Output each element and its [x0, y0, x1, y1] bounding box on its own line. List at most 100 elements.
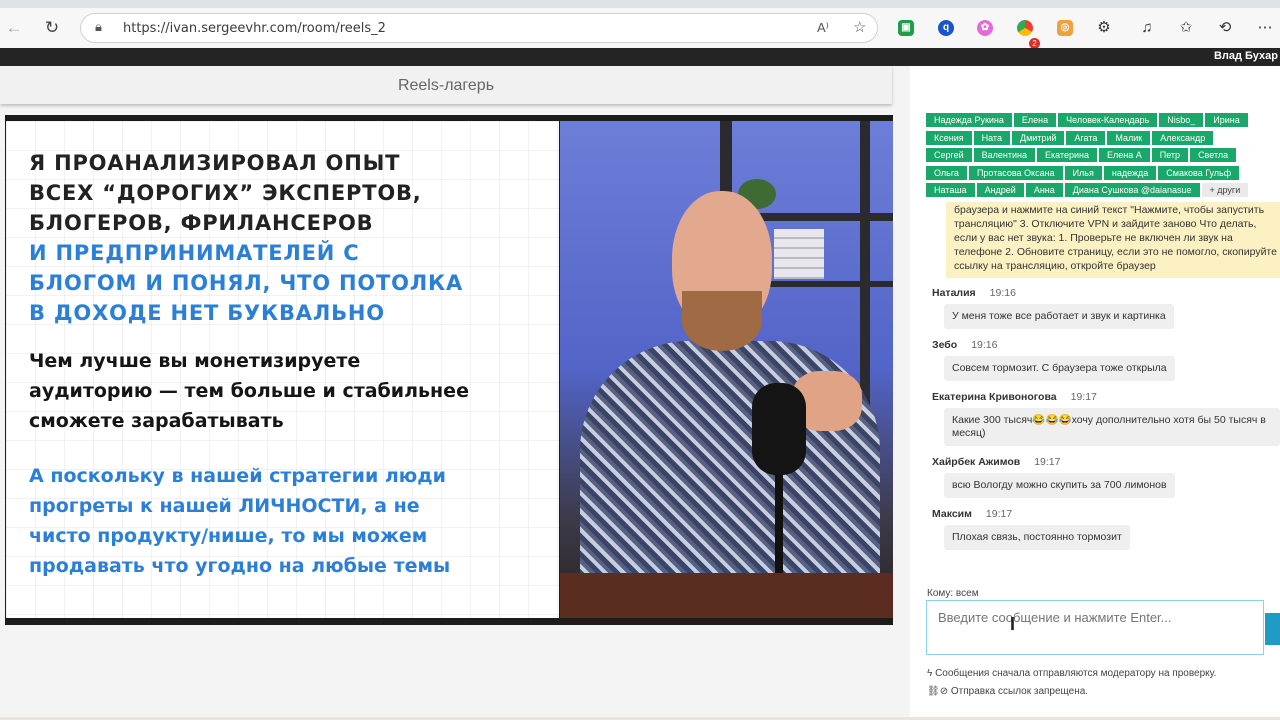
slide-line: аудиторию — тем больше и стабильнее	[29, 380, 469, 402]
message-meta: Максим 19:17	[932, 507, 1280, 521]
slide-line: сможете зарабатывать	[29, 410, 284, 432]
participant-chip[interactable]: Екатерина	[1037, 148, 1097, 162]
split-screen-icon[interactable]: ♫	[1137, 18, 1157, 38]
participant-chip[interactable]: Смакова Гульф	[1158, 165, 1240, 180]
participant-chip[interactable]: Александр	[1152, 130, 1214, 145]
browser-tab-strip[interactable]	[0, 0, 1280, 8]
participant-chip[interactable]: Надежда Рукина	[926, 113, 1012, 127]
back-icon[interactable]: ←	[2, 16, 26, 40]
message-text: Плохая связь, постоянно тормозит	[944, 525, 1130, 550]
microphone	[752, 383, 806, 475]
chat-messages[interactable]: Наталия 19:16 У меня тоже все работает и з…	[932, 286, 1280, 559]
participant-chip[interactable]: Сергей	[926, 148, 972, 162]
participant-chip[interactable]: Елена А	[1099, 148, 1150, 162]
message-meta: Наталия 19:16	[932, 286, 1280, 300]
participant-chip[interactable]: Валентина	[973, 148, 1036, 162]
chat-message: Зебо 19:16 Совсем тормозит. С браузера тож…	[932, 338, 1280, 381]
participant-chip[interactable]: Ольга	[926, 165, 967, 180]
slide-line: чисто продукту/нише, то мы можем	[29, 525, 428, 547]
participant-chip[interactable]: Ната	[973, 130, 1010, 145]
participant-chip[interactable]: Ксения	[926, 130, 972, 145]
links-note-text: Отправка ссылок запрещена.	[950, 686, 1089, 697]
participant-chip[interactable]: Анна	[1025, 183, 1063, 197]
chat-pane: Надежда Рукина Елена Человек-Календарь Nisb…	[910, 66, 1280, 720]
extension-blue-icon[interactable]: q	[938, 20, 954, 36]
more-icon[interactable]: ⋯	[1255, 18, 1275, 38]
slide-line: продавать что угодно на любые темы	[29, 555, 451, 577]
participant-chip[interactable]: Елена	[1013, 113, 1057, 127]
message-meta: Зебо 19:16	[932, 338, 1280, 352]
slide-line: ВСЕХ “ДОРОГИХ” ЭКСПЕРТОВ,	[29, 181, 422, 205]
participant-chip[interactable]: Малик	[1107, 130, 1151, 145]
participant-chip[interactable]: Наташа	[926, 183, 975, 197]
links-note: ⛓⊘ Отправка ссылок запрещена.	[927, 686, 1088, 697]
user-name[interactable]: Влад Бухар	[1214, 50, 1278, 62]
participants-row: Ольга Протасова Оксана Илья надежда Смакова …	[926, 165, 1280, 183]
message-author[interactable]: Наталия	[932, 287, 976, 299]
message-author[interactable]: Зебо	[932, 339, 957, 351]
slide-paragraph-dark: Чем лучше вы монетизируете аудиторию — те…	[29, 346, 559, 436]
refresh-icon[interactable]: ↻	[40, 16, 64, 40]
recipient-label[interactable]: Кому: всем	[927, 588, 979, 599]
participant-chip[interactable]: Агата	[1066, 130, 1106, 145]
participant-chip[interactable]: Петр	[1151, 148, 1189, 162]
books-decoration	[774, 229, 824, 279]
read-aloud-icon[interactable]: A⁾	[817, 20, 829, 36]
extension-pink-icon[interactable]: ✿	[977, 20, 993, 36]
message-author[interactable]: Максим	[932, 508, 972, 520]
message-time: 19:17	[1034, 456, 1061, 468]
participants-list[interactable]: Надежда Рукина Елена Человек-Календарь Nisb…	[926, 113, 1280, 201]
slide-line: А поскольку в нашей стратегии люди	[29, 465, 446, 487]
message-author[interactable]: Хайрбек Ажимов	[932, 456, 1020, 468]
participant-chip[interactable]: Человек-Календарь	[1058, 113, 1158, 127]
message-text: У меня тоже все работает и звук и картин…	[944, 304, 1174, 329]
message-input[interactable]	[926, 600, 1264, 655]
participant-chip[interactable]: Илья	[1064, 165, 1102, 180]
participant-chip[interactable]: Андрей	[976, 183, 1024, 197]
slide-line: БЛОГОМ И ПОНЯЛ, ЧТО ПОТОЛКА	[29, 271, 464, 295]
extensions-icon[interactable]: ⚙	[1094, 18, 1114, 38]
video-player[interactable]: Я ПРОАНАЛИЗИРОВАЛ ОПЫТ ВСЕХ “ДОРОГИХ” ЭКС…	[5, 115, 893, 625]
message-meta: Екатерина Кривоногова 19:17	[932, 390, 1280, 404]
participants-row: Надежда Рукина Елена Человек-Календарь Nisb…	[926, 113, 1280, 130]
participant-chip[interactable]: Протасова Оксана	[968, 165, 1063, 180]
extension-green-icon[interactable]: ▣	[898, 20, 914, 36]
favorites-icon[interactable]: ✩	[1176, 18, 1196, 38]
moderation-note: ϟ Сообщения сначала отправляются модерат…	[927, 668, 1216, 679]
chat-message: Екатерина Кривоногова 19:17 Какие 300 тыся…	[932, 390, 1280, 446]
browser-toolbar: ← ↻ 🔒︎ https://ivan.sergeevhr.com/room/r…	[0, 8, 1280, 49]
participant-chip[interactable]: Диана Сушкова @daianasue	[1064, 183, 1200, 197]
speaker-beard	[682, 291, 762, 351]
chat-message: Хайрбек Ажимов 19:17 всю Вологду можно ску…	[932, 455, 1280, 498]
speaker-camera-feed	[560, 121, 893, 618]
participant-chip[interactable]: Дмитрий	[1011, 130, 1065, 145]
video-pane: Reels-лагерь Я ПРОАНАЛИЗИРОВАЛ ОПЫТ ВСЕХ …	[0, 66, 910, 720]
participant-chip[interactable]: надежда	[1103, 165, 1157, 180]
moderation-note-text: Сообщения сначала отправляются модератор…	[935, 668, 1217, 679]
participant-chip[interactable]: Ирина	[1205, 113, 1248, 127]
url-text[interactable]: https://ivan.sergeevhr.com/room/reels_2	[123, 21, 386, 36]
message-time: 19:17	[1070, 391, 1097, 403]
extension-orange-icon[interactable]: ◎	[1057, 20, 1073, 36]
slide-line: БЛОГЕРОВ, ФРИЛАНСЕРОВ	[29, 211, 374, 235]
bolt-icon: ϟ	[927, 668, 936, 679]
lock-icon[interactable]: 🔒︎	[95, 19, 102, 35]
favorite-star-icon[interactable]: ☆	[853, 18, 866, 36]
message-text: Совсем тормозит. С браузера тоже открыла	[944, 356, 1175, 381]
participants-row: Ксения Ната Дмитрий Агата Малик Александр	[926, 130, 1280, 148]
slide-line: Чем лучше вы монетизируете	[29, 350, 361, 372]
message-text: всю Вологду можно скупить за 700 лимонов	[944, 473, 1175, 498]
extension-chrome-icon[interactable]	[1017, 20, 1033, 36]
more-participants-button[interactable]: + други	[1201, 183, 1249, 197]
participant-chip[interactable]: Светла	[1190, 148, 1237, 162]
link-banned-icon: ⛓⊘	[927, 686, 951, 697]
message-author[interactable]: Екатерина Кривоногова	[932, 391, 1057, 403]
participants-row: Наташа Андрей Анна Диана Сушкова @daianasue…	[926, 183, 1280, 200]
address-bar[interactable]: 🔒︎ https://ivan.sergeevhr.com/room/reels…	[80, 13, 878, 43]
participant-chip[interactable]: Nisbo_	[1159, 113, 1204, 127]
send-button[interactable]	[1265, 613, 1280, 645]
room-title: Reels-лагерь	[0, 66, 892, 104]
slide-paragraph-blue: А поскольку в нашей стратегии люди прогре…	[29, 461, 559, 581]
text-cursor-icon: I	[1010, 614, 1016, 634]
history-icon[interactable]: ⟲	[1215, 18, 1235, 38]
